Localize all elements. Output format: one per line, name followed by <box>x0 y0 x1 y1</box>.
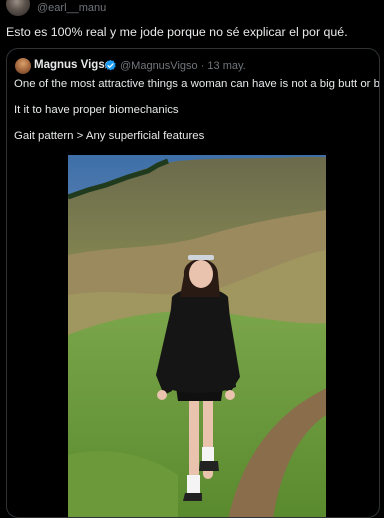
verified-badge-icon <box>105 59 116 71</box>
quoted-tweet-date[interactable]: 13 may. <box>207 60 245 72</box>
quoted-text-line-1: One of the most attractive things a woma… <box>14 78 380 90</box>
separator-dot: · <box>200 60 205 72</box>
quoted-tweet-header: Magnus Vigsø @MagnusVigso · 13 may. <box>15 58 375 76</box>
quoted-text-line-3: Gait pattern > Any superficial features <box>14 130 205 142</box>
quoted-author-name[interactable]: Magnus Vigsø <box>34 59 112 71</box>
original-tweet-header: @earl__manu <box>0 0 384 18</box>
quoted-author-avatar[interactable] <box>15 58 31 74</box>
tweet-text: Esto es 100% real y me jode porque no sé… <box>6 25 348 39</box>
attached-photo[interactable] <box>68 155 326 518</box>
author-handle[interactable]: @earl__manu <box>37 2 106 14</box>
quoted-author-handle[interactable]: @MagnusVigso <box>120 60 198 72</box>
quoted-text-line-2: It it to have proper biomechanics <box>14 104 179 116</box>
avatar[interactable] <box>6 0 30 16</box>
quoted-tweet-card[interactable]: Magnus Vigsø @MagnusVigso · 13 may. One … <box>6 48 380 518</box>
quoted-author-meta: @MagnusVigso · 13 may. <box>120 60 246 72</box>
